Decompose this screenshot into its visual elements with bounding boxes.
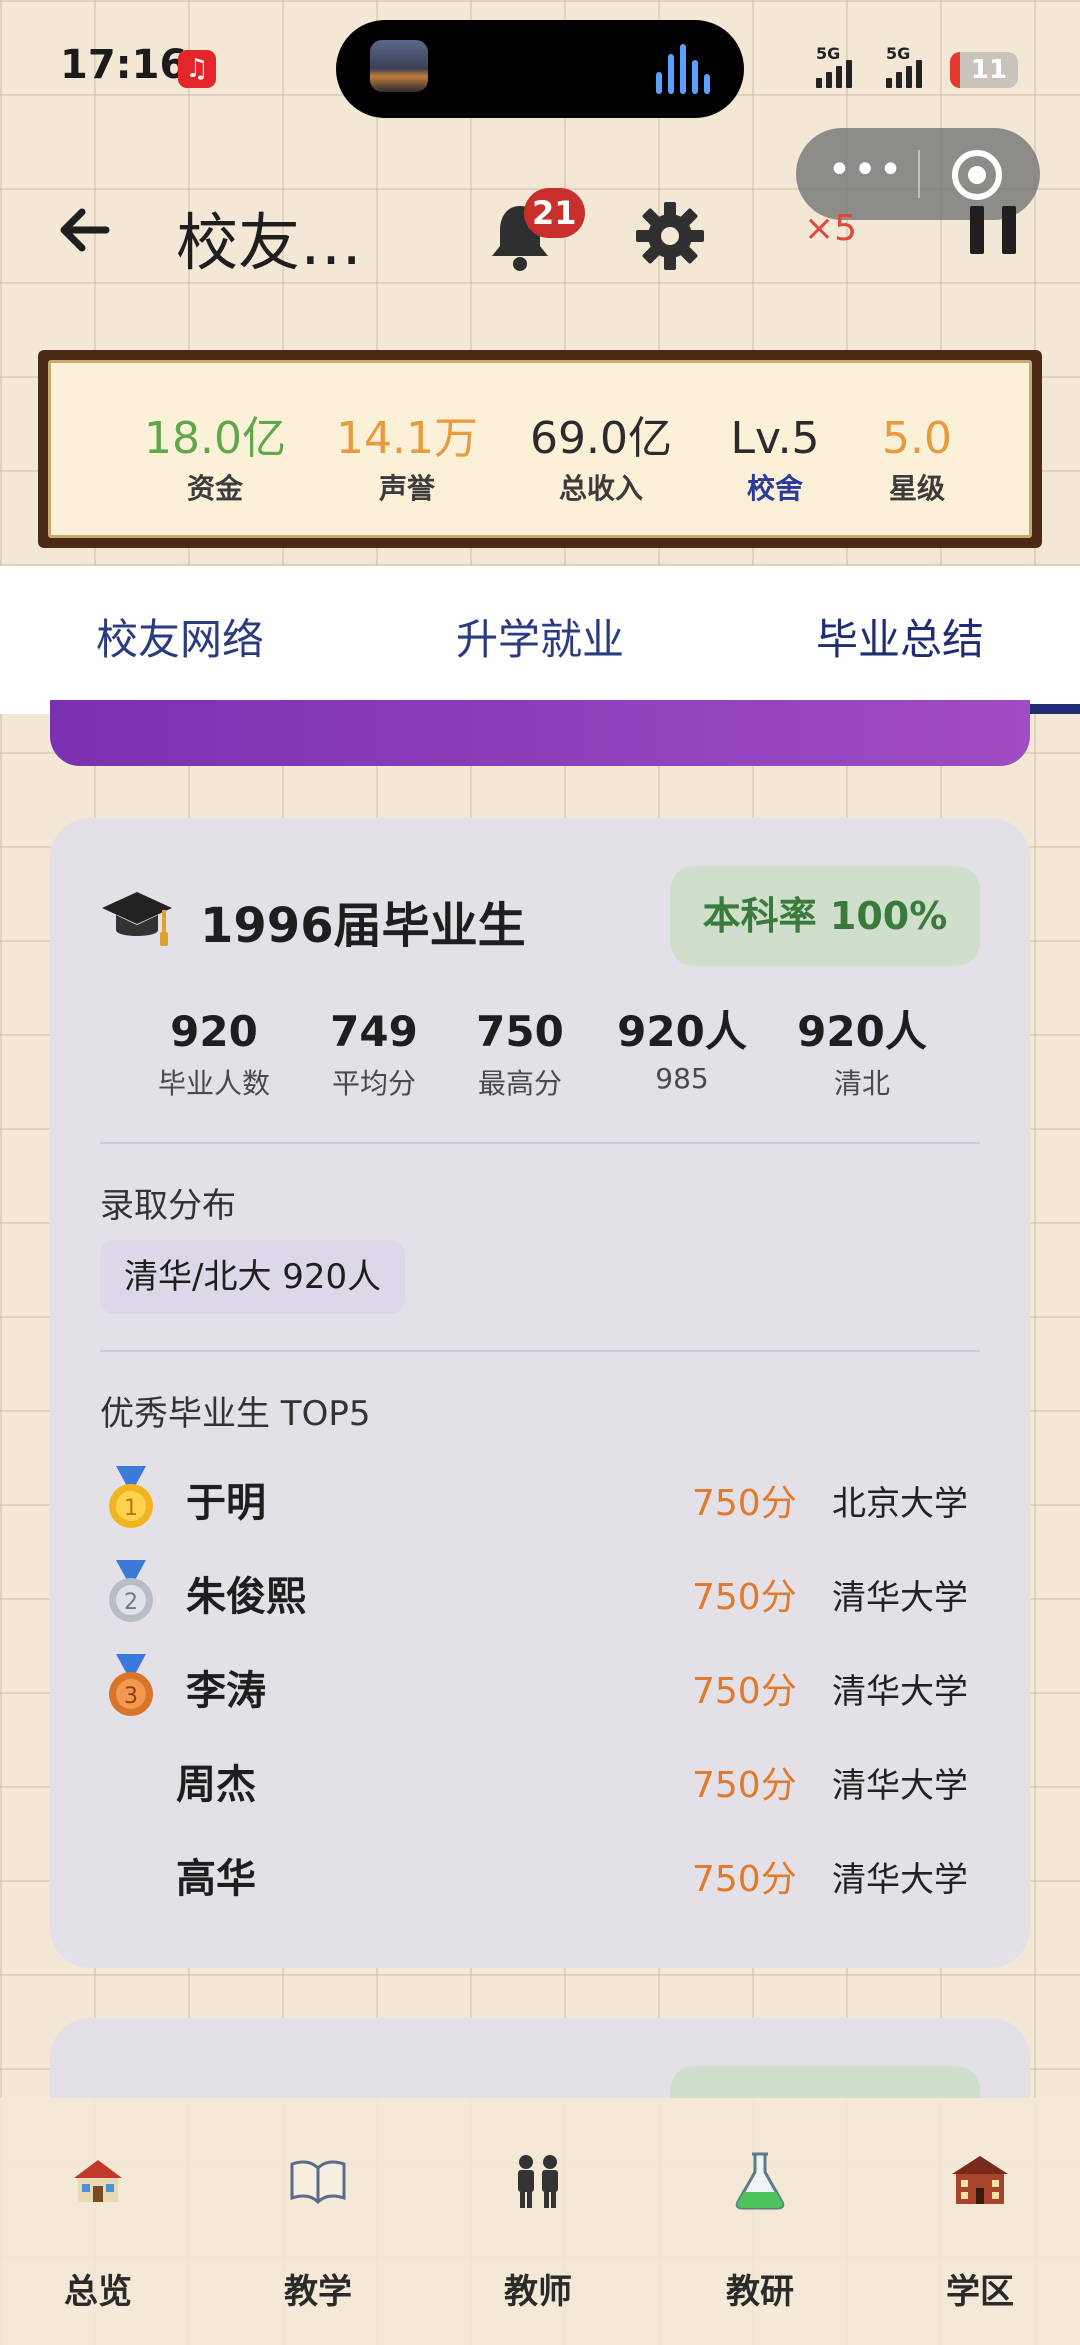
section-divider (100, 1350, 980, 1352)
now-playing-thumbnail (370, 40, 428, 92)
metric-label: 最高分 (477, 1067, 562, 1100)
metric-graduates: 920 毕业人数 (124, 1006, 304, 1102)
bronze-medal-icon: 3 (106, 1654, 156, 1720)
more-options-button[interactable]: ••• (826, 150, 906, 198)
tab-bar: 校友网络 升学就业 毕业总结 (0, 566, 1080, 714)
notification-count-badge: 21 (524, 188, 585, 238)
metric-value: 920 (170, 1007, 258, 1056)
resource-stats-panel: 18.0亿 资金 14.1万 声誉 69.0亿 总收入 Lv.5 校舍 5.0 … (38, 350, 1042, 548)
stat-funds: 18.0亿 资金 (125, 413, 305, 507)
stat-value: 5.0 (882, 413, 952, 464)
next-class-rate-badge (670, 2066, 980, 2098)
nav-label: 教师 (504, 2272, 572, 2312)
stat-value: 18.0亿 (144, 413, 286, 464)
top-student-score: 750分 (692, 1577, 797, 1618)
metric-value: 920人 (797, 1007, 927, 1056)
back-arrow-icon (60, 208, 110, 252)
nav-label: 教研 (726, 2272, 794, 2312)
open-book-icon (290, 2160, 346, 2205)
metric-tsinghua-peking: 920人 清北 (772, 1006, 952, 1102)
capsule-divider (918, 150, 920, 198)
flask-icon (735, 2152, 785, 2210)
teachers-icon (518, 2155, 558, 2208)
top-student-name: 高华 (176, 1856, 256, 1902)
signal-1-label: 5G (816, 44, 841, 63)
battery-level-fill (950, 52, 960, 88)
stat-value: 69.0亿 (530, 413, 672, 464)
tab-graduation-summary[interactable]: 毕业总结 (720, 566, 1080, 714)
top-graduates-heading: 优秀毕业生 TOP5 (100, 1394, 371, 1434)
settings-button[interactable] (630, 196, 710, 276)
svg-text:2: 2 (124, 1590, 138, 1615)
top-student-university: 北京大学 (832, 1484, 968, 1524)
nav-research[interactable]: 教研 (660, 2148, 860, 2313)
audio-waveform-icon (656, 44, 716, 94)
top-student-score: 750分 (692, 1859, 797, 1900)
admission-distribution-chip: 清华/北大 920人 (100, 1240, 406, 1314)
metric-value: 920人 (617, 1007, 747, 1056)
pause-icon (970, 206, 984, 254)
signal-2-label: 5G (886, 44, 911, 63)
metric-top-score: 750 最高分 (430, 1006, 610, 1102)
top-student-university: 清华大学 (832, 1766, 968, 1806)
top-student-university: 清华大学 (832, 1578, 968, 1618)
stat-label: 总收入 (558, 472, 643, 505)
nav-teaching[interactable]: 教学 (218, 2148, 418, 2313)
top-student-name: 朱俊熙 (186, 1574, 306, 1620)
top-student-name: 周杰 (176, 1762, 256, 1808)
class-title: 1996届毕业生 (200, 898, 526, 954)
nav-overview[interactable]: 总览 (0, 2148, 198, 2313)
admission-distribution-heading: 录取分布 (100, 1186, 236, 1226)
stat-label: 星级 (888, 472, 945, 505)
graduation-cap-icon (100, 888, 174, 954)
stat-label: 声誉 (378, 472, 435, 505)
summary-banner (50, 700, 1030, 766)
gear-icon (636, 202, 704, 270)
undergrad-rate-badge: 本科率 100% (670, 866, 980, 966)
section-divider (100, 1142, 980, 1144)
top-student-name: 李涛 (186, 1668, 266, 1714)
close-target-icon (968, 166, 986, 184)
metric-label: 清北 (833, 1067, 890, 1100)
silver-medal-icon: 2 (106, 1560, 156, 1626)
stat-star-rating: 5.0 星级 (827, 413, 1007, 507)
nav-campus[interactable]: 学区 (880, 2148, 1080, 2313)
campus-building-icon (952, 2156, 1008, 2204)
metric-label: 985 (655, 1062, 709, 1095)
nav-label: 总览 (64, 2272, 132, 2312)
top-student-university: 清华大学 (832, 1860, 968, 1900)
metric-value: 750 (476, 1007, 564, 1056)
top-student-name: 于明 (186, 1480, 266, 1526)
top-student-score: 750分 (692, 1765, 797, 1806)
nav-label: 教学 (284, 2272, 352, 2312)
game-speed-button[interactable]: ×5 (804, 208, 857, 249)
metric-label: 毕业人数 (157, 1067, 270, 1100)
page-title: 校友… (176, 206, 363, 279)
cellular-signal-icon: 5G 5G (814, 44, 964, 92)
battery-percentage: 11 (970, 55, 1008, 85)
pause-button[interactable] (970, 206, 1016, 254)
top-student-score: 750分 (692, 1671, 797, 1712)
gold-medal-icon: 1 (106, 1466, 156, 1532)
svg-text:1: 1 (124, 1496, 138, 1521)
metric-985: 920人 985 (592, 1006, 772, 1095)
nav-label: 学区 (946, 2272, 1014, 2312)
svg-text:3: 3 (124, 1684, 138, 1709)
nav-teachers[interactable]: 教师 (438, 2148, 638, 2313)
stat-reputation: 14.1万 声誉 (317, 413, 497, 507)
tab-admissions-employment[interactable]: 升学就业 (360, 566, 720, 714)
back-button[interactable] (48, 190, 128, 270)
top-student-university: 清华大学 (832, 1672, 968, 1712)
tab-alumni-network[interactable]: 校友网络 (0, 566, 360, 714)
school-house-icon (74, 2160, 122, 2202)
status-time: 17:16 (60, 42, 188, 88)
stat-label: 资金 (186, 472, 243, 505)
stat-value: 14.1万 (336, 413, 478, 464)
top-student-score: 750分 (692, 1483, 797, 1524)
stat-total-income: 69.0亿 总收入 (511, 413, 691, 507)
music-app-icon: ♫ (178, 50, 216, 88)
